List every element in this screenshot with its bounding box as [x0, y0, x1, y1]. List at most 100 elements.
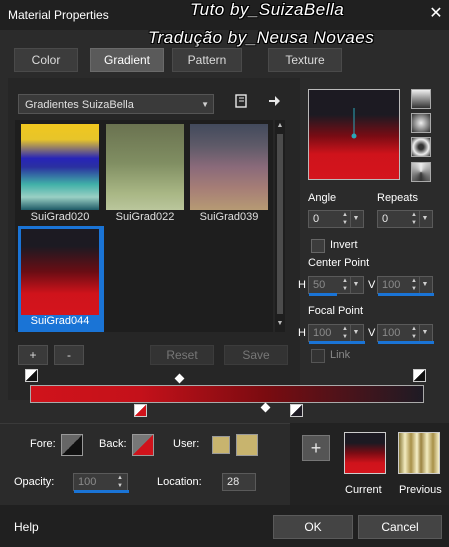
tab-pattern[interactable]: Pattern: [172, 48, 242, 72]
spin-arrows-icon[interactable]: ▲ ▼: [340, 211, 350, 227]
gradient-label[interactable]: SuiGrad039: [188, 211, 270, 223]
gradient-label[interactable]: SuiGrad044: [19, 315, 101, 327]
transparency-stop-left[interactable]: [25, 369, 38, 382]
sunburst-style-icon[interactable]: [411, 137, 431, 157]
tab-gradient[interactable]: Gradient: [90, 48, 164, 72]
midpoint-diamond[interactable]: [260, 402, 271, 413]
center-v-stepper[interactable]: 100 ▲ ▼ ▼: [377, 276, 434, 296]
gradient-thumbnail[interactable]: [106, 124, 184, 210]
gradient-thumbnail[interactable]: [21, 229, 99, 315]
gradient-thumbnail[interactable]: [190, 124, 268, 210]
repeats-stepper[interactable]: 0 ▲ ▼ ▼: [377, 210, 433, 228]
watermark-line-2: Tradução by_Neusa Novaes: [148, 28, 375, 47]
opacity-slider[interactable]: [74, 490, 129, 493]
scroll-down-icon[interactable]: ▼: [275, 320, 285, 330]
spin-arrows-icon[interactable]: ▲ ▼: [340, 325, 350, 341]
fore-label: Fore:: [30, 438, 56, 450]
reset-button[interactable]: Reset: [150, 345, 214, 365]
center-h-slider[interactable]: [309, 293, 337, 296]
scrollbar-thumb[interactable]: [277, 134, 283, 314]
opacity-label: Opacity:: [14, 476, 55, 488]
focal-v-stepper[interactable]: 100 ▲ ▼ ▼: [377, 324, 434, 344]
color-stop-black[interactable]: [290, 404, 303, 417]
current-gradient-swatch[interactable]: [344, 432, 386, 474]
location-field[interactable]: 28: [222, 473, 256, 491]
link-checkbox[interactable]: [311, 349, 325, 363]
focal-h-label: H: [298, 327, 306, 339]
tab-color[interactable]: Color: [14, 48, 78, 72]
focal-h-stepper[interactable]: 100 ▲ ▼ ▼: [308, 324, 365, 344]
opacity-value: 100: [78, 476, 97, 488]
angle-stepper[interactable]: 0 ▲ ▼ ▼: [308, 210, 364, 228]
link-label: Link: [330, 349, 351, 361]
spin-arrows-icon[interactable]: ▲ ▼: [409, 277, 419, 293]
scroll-up-icon[interactable]: ▲: [275, 122, 285, 132]
foreground-swatch[interactable]: [61, 434, 83, 456]
rectangular-style-icon[interactable]: [411, 113, 431, 133]
ok-button[interactable]: OK: [273, 515, 353, 539]
previous-label: Previous: [399, 484, 442, 496]
background-swatch[interactable]: [132, 434, 154, 456]
help-link[interactable]: Help: [14, 520, 39, 534]
focal-point-label: Focal Point: [308, 305, 364, 317]
spin-arrows-icon[interactable]: ▲ ▼: [409, 211, 419, 227]
watermark-line-1: Tuto by_SuizaBella: [190, 0, 345, 19]
location-value: 28: [227, 476, 240, 488]
gradient-folder-dropdown[interactable]: Gradientes SuizaBella ▼: [18, 94, 214, 114]
repeats-label: Repeats: [377, 192, 418, 204]
invert-label: Invert: [330, 239, 358, 251]
gradient-thumbnail[interactable]: [21, 124, 99, 210]
chevron-down-icon: ▼: [201, 100, 209, 109]
gradient-editor-bar[interactable]: [30, 385, 424, 403]
book-icon[interactable]: [232, 94, 250, 112]
remove-gradient-button[interactable]: -: [54, 345, 84, 365]
chevron-down-icon[interactable]: ▼: [419, 325, 430, 341]
transparency-stop-right[interactable]: [413, 369, 426, 382]
center-h-label: H: [298, 279, 306, 291]
chevron-down-icon[interactable]: ▼: [350, 211, 361, 227]
gradient-label[interactable]: SuiGrad020: [19, 211, 101, 223]
spin-arrows-icon[interactable]: ▲ ▼: [409, 325, 419, 341]
tab-texture[interactable]: Texture: [268, 48, 342, 72]
focal-v-value: 100: [382, 327, 401, 339]
radial-style-icon[interactable]: [411, 162, 431, 182]
close-icon[interactable]: ✕: [426, 4, 446, 24]
chevron-down-icon[interactable]: ▼: [419, 277, 430, 293]
spin-arrows-icon[interactable]: ▲ ▼: [340, 277, 350, 293]
location-label: Location:: [157, 476, 202, 488]
window-title: Material Properties: [8, 8, 109, 22]
gradient-preview[interactable]: [308, 89, 400, 180]
invert-checkbox[interactable]: [311, 239, 325, 253]
focal-h-slider[interactable]: [309, 341, 365, 344]
linear-style-icon[interactable]: [411, 89, 431, 109]
save-button[interactable]: Save: [224, 345, 288, 365]
center-h-stepper[interactable]: 50 ▲ ▼ ▼: [308, 276, 364, 296]
user-swatch[interactable]: [212, 436, 230, 454]
chevron-down-icon[interactable]: ▼: [350, 277, 361, 293]
add-gradient-button[interactable]: +: [18, 345, 48, 365]
gradient-label[interactable]: SuiGrad022: [104, 211, 186, 223]
focal-v-label: V: [368, 327, 376, 339]
angle-label: Angle: [308, 192, 337, 204]
gradient-folder-value: Gradientes SuizaBella: [25, 99, 134, 111]
center-v-value: 100: [382, 279, 401, 291]
opacity-stepper[interactable]: 100 ▲ ▼: [73, 473, 129, 493]
user-label: User:: [173, 438, 200, 450]
center-v-slider[interactable]: [378, 293, 434, 296]
cancel-button[interactable]: Cancel: [358, 515, 442, 539]
center-point-label: Center Point: [308, 257, 370, 269]
center-h-value: 50: [313, 279, 326, 291]
current-label: Current: [345, 484, 382, 496]
add-to-swatches-button[interactable]: +: [302, 435, 330, 461]
previous-gradient-swatch[interactable]: [398, 432, 440, 474]
user-color-swatch[interactable]: [236, 434, 258, 456]
focal-v-slider[interactable]: [378, 341, 434, 344]
color-stop-red[interactable]: [134, 404, 147, 417]
angle-value: 0: [313, 213, 320, 225]
chevron-down-icon[interactable]: ▼: [419, 211, 430, 227]
arrow-right-icon[interactable]: [265, 94, 283, 112]
chevron-down-icon[interactable]: ▼: [350, 325, 361, 341]
center-v-label: V: [368, 279, 376, 291]
repeats-value: 0: [382, 213, 389, 225]
spin-arrows-icon[interactable]: ▲ ▼: [115, 474, 125, 490]
